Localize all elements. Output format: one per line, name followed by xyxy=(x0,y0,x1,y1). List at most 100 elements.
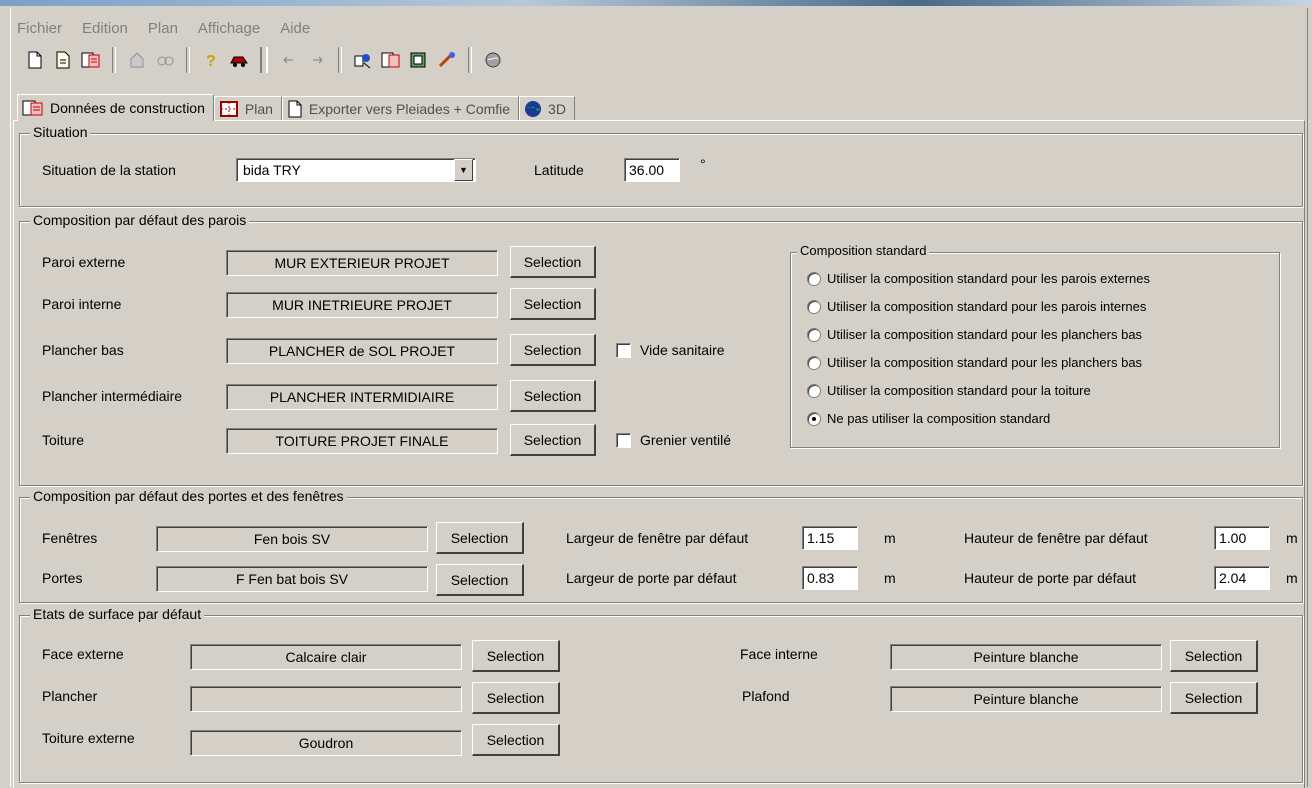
paroi-interne-select-button[interactable]: Selection xyxy=(510,288,596,320)
radio-label: Utiliser la composition standard pour le… xyxy=(827,327,1143,342)
grenier-ventile-checkbox[interactable] xyxy=(616,433,631,448)
doors-select-button[interactable]: Selection xyxy=(436,564,524,596)
plancher-intermediaire-select-button[interactable]: Selection xyxy=(510,380,596,412)
window-height-unit: m xyxy=(1286,530,1298,546)
window-height-label: Hauteur de fenêtre par défaut xyxy=(964,530,1148,546)
window-height-input[interactable]: 1.00 xyxy=(1214,526,1270,550)
radio-button[interactable] xyxy=(807,355,821,370)
vide-sanitaire-checkbox[interactable] xyxy=(616,343,631,358)
toiture-label: Toiture xyxy=(42,432,85,448)
grenier-ventile-label: Grenier ventilé xyxy=(640,432,732,448)
door-width-input[interactable]: 0.83 xyxy=(802,566,858,590)
radio-button-selected[interactable] xyxy=(807,411,821,426)
add-element-icon[interactable] xyxy=(352,49,374,71)
dropdown-arrow-icon[interactable]: ▼ xyxy=(454,159,473,181)
paint-icon[interactable] xyxy=(436,49,458,71)
tab-label: 3D xyxy=(548,101,566,117)
station-select[interactable]: bida TRY ▼ xyxy=(236,158,476,182)
help-icon[interactable]: ? xyxy=(200,49,222,71)
windows-select-button[interactable]: Selection xyxy=(436,522,524,554)
car-icon[interactable] xyxy=(228,49,250,71)
menu-affichage[interactable]: Affichage xyxy=(188,18,270,40)
compositions-icon[interactable] xyxy=(408,49,430,71)
window-width-input[interactable]: 1.15 xyxy=(802,526,858,550)
toolbar-separator xyxy=(468,47,472,73)
tab-donnees-construction[interactable]: Données de construction xyxy=(17,94,214,121)
construction-data-icon xyxy=(22,99,44,117)
paroi-externe-label: Paroi externe xyxy=(42,254,126,270)
radio-label: Utiliser la composition standard pour le… xyxy=(827,299,1147,314)
redo-icon[interactable] xyxy=(306,49,328,71)
floor-select-button[interactable]: Selection xyxy=(472,682,560,714)
plancher-bas-label: Plancher bas xyxy=(42,342,124,358)
new-file-icon[interactable] xyxy=(24,49,46,71)
ext-face-value: Calcaire clair xyxy=(190,644,462,670)
plancher-intermediaire-value: PLANCHER INTERMIDIAIRE xyxy=(226,384,498,410)
window-title-strip xyxy=(0,0,1312,6)
menu-edition[interactable]: Edition xyxy=(72,18,138,40)
menu-aide[interactable]: Aide xyxy=(270,18,320,40)
paroi-externe-select-button[interactable]: Selection xyxy=(510,246,596,278)
tab-label: Données de construction xyxy=(50,100,205,116)
walls-group: Composition par défaut des parois Paroi … xyxy=(19,212,1303,486)
tab-strip: Données de construction Plan Exporter ve… xyxy=(17,94,575,121)
toiture-select-button[interactable]: Selection xyxy=(510,424,596,456)
tab-plan[interactable]: Plan xyxy=(213,96,282,121)
radio-button[interactable] xyxy=(807,271,821,286)
floor-value xyxy=(190,686,462,712)
toolbar-separator xyxy=(338,47,342,73)
menu-fichier[interactable]: Fichier xyxy=(11,18,72,40)
application-window: Fichier Edition Plan Affichage Aide ? Do… xyxy=(10,8,1308,788)
door-width-label: Largeur de porte par défaut xyxy=(566,570,737,586)
open-file-icon[interactable] xyxy=(52,49,74,71)
paroi-externe-value: MUR EXTERIEUR PROJET xyxy=(226,250,498,276)
situation-group: Situation Situation de la station bida T… xyxy=(19,124,1303,207)
svg-text:?: ? xyxy=(206,53,216,69)
windows-label: Fenêtres xyxy=(42,530,98,546)
doors-value: F Fen bat bois SV xyxy=(156,566,428,592)
standard-option-parois-externes[interactable]: Utiliser la composition standard pour le… xyxy=(807,271,1150,286)
toolbar-separator xyxy=(186,47,190,73)
plancher-intermediaire-label: Plancher intermédiaire xyxy=(42,388,183,404)
menu-plan[interactable]: Plan xyxy=(138,18,188,40)
paroi-interne-value: MUR INETRIEURE PROJET xyxy=(226,292,498,318)
standard-option-toiture[interactable]: Utiliser la composition standard pour la… xyxy=(807,383,1091,398)
save-file-icon[interactable] xyxy=(80,49,102,71)
globe-tool-icon[interactable] xyxy=(482,49,504,71)
radio-button[interactable] xyxy=(807,299,821,314)
ceiling-select-button[interactable]: Selection xyxy=(1170,682,1258,714)
tab-export-pleiades[interactable]: Exporter vers Pleiades + Comfie xyxy=(281,96,520,121)
standard-option-planchers-bas[interactable]: Utiliser la composition standard pour le… xyxy=(807,327,1142,342)
preview-icon[interactable] xyxy=(154,49,176,71)
toolbar-separator xyxy=(112,47,116,73)
windows-value: Fen bois SV xyxy=(156,526,428,552)
toolbar-separator xyxy=(260,47,268,73)
latitude-input[interactable]: 36.00 xyxy=(624,158,680,182)
surfaces-legend: Etats de surface par défaut xyxy=(30,606,205,622)
station-label: Situation de la station xyxy=(42,162,176,178)
standard-option-planchers-bas-2[interactable]: Utiliser la composition standard pour le… xyxy=(807,355,1142,370)
tab-3d[interactable]: 3D xyxy=(519,96,575,121)
toolbar: ? xyxy=(21,46,507,74)
radio-button[interactable] xyxy=(807,383,821,398)
plancher-bas-value: PLANCHER de SOL PROJET xyxy=(226,338,498,364)
standard-option-none[interactable]: Ne pas utiliser la composition standard xyxy=(807,411,1050,426)
roof-label: Toiture externe xyxy=(42,730,135,746)
door-height-input[interactable]: 2.04 xyxy=(1214,566,1270,590)
print-icon[interactable] xyxy=(126,49,148,71)
radio-button[interactable] xyxy=(807,327,821,342)
roof-select-button[interactable]: Selection xyxy=(472,724,560,756)
int-face-select-button[interactable]: Selection xyxy=(1170,640,1258,672)
int-face-value: Peinture blanche xyxy=(890,644,1162,670)
standard-option-parois-internes[interactable]: Utiliser la composition standard pour le… xyxy=(807,299,1146,314)
materials-icon[interactable] xyxy=(380,49,402,71)
door-width-unit: m xyxy=(884,570,896,586)
openings-legend: Composition par défaut des portes et des… xyxy=(30,488,347,504)
ext-face-select-button[interactable]: Selection xyxy=(472,640,560,672)
tab-label: Exporter vers Pleiades + Comfie xyxy=(308,101,511,117)
ext-face-label: Face externe xyxy=(42,646,124,662)
plancher-bas-select-button[interactable]: Selection xyxy=(510,334,596,366)
standard-composition-legend: Composition standard xyxy=(797,243,930,258)
vide-sanitaire-label: Vide sanitaire xyxy=(640,342,725,358)
undo-icon[interactable] xyxy=(278,49,300,71)
